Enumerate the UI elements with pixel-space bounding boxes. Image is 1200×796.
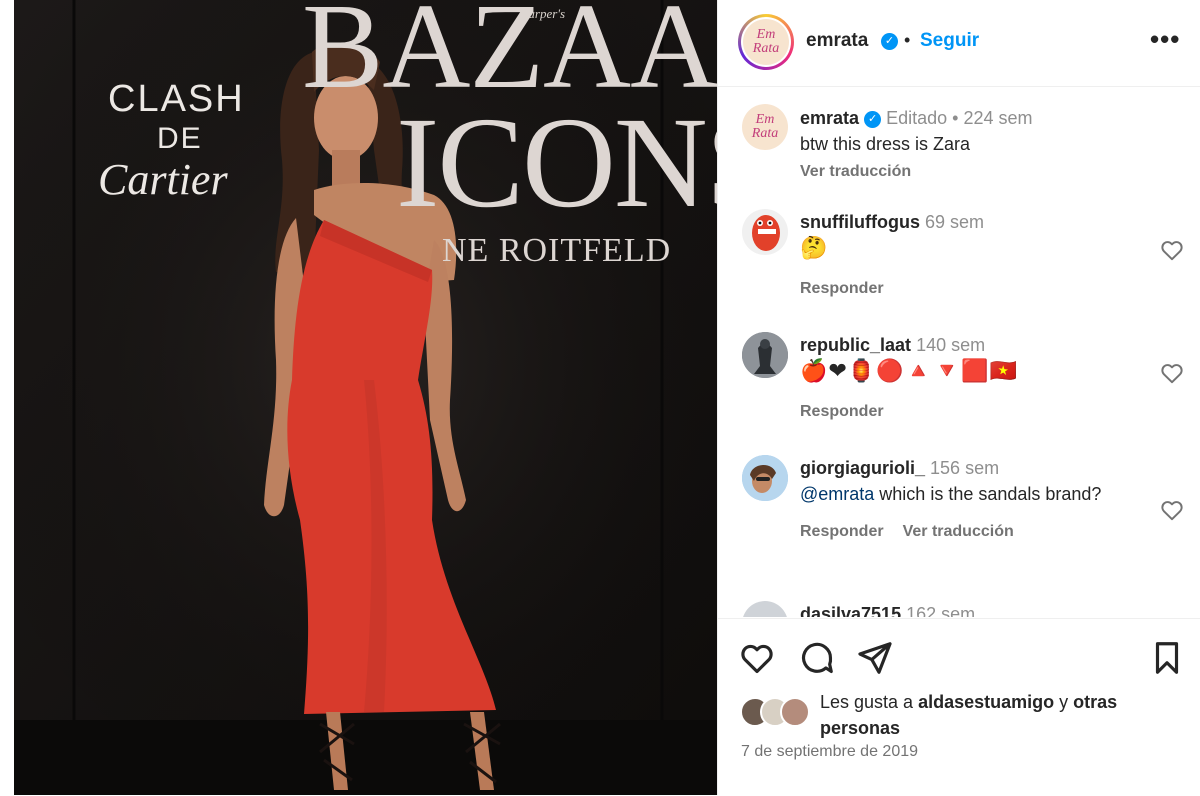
comment-username[interactable]: giorgiagurioli_	[800, 458, 925, 478]
post-photo[interactable]: CLASH DE Cartier Harper's BAZAAR ICONS N…	[14, 0, 717, 795]
post-actions-section: Les gusta a aldasestuamigo y otras perso…	[718, 618, 1200, 796]
comment-avatar[interactable]	[742, 209, 788, 255]
author-avatar[interactable]: Em Rata	[738, 14, 794, 70]
save-bookmark-icon[interactable]	[1148, 639, 1186, 677]
post-date[interactable]: 7 de septiembre de 2019	[741, 743, 918, 761]
verified-badge-icon: ✓	[881, 33, 898, 50]
backdrop-text-clash: CLASH	[108, 78, 245, 120]
like-comment-heart-icon[interactable]	[1159, 237, 1185, 263]
comment-avatar[interactable]	[742, 332, 788, 378]
comment-username[interactable]: dasilva7515	[800, 604, 901, 617]
liked-by-avatars[interactable]	[740, 697, 820, 727]
comments-list[interactable]: Em Rata emrata ✓ Editado • 224 sem btw t…	[718, 87, 1200, 617]
caption-translate-link[interactable]: Ver traducción	[800, 163, 911, 180]
liker-avatar	[780, 697, 810, 727]
comment-time[interactable]: 156 sem	[930, 458, 999, 478]
post-header: Em Rata emrata ✓ • Seguir •••	[718, 0, 1200, 87]
caption-time[interactable]: 224 sem	[963, 108, 1032, 128]
caption-username[interactable]: emrata	[800, 108, 859, 128]
share-paper-plane-icon[interactable]	[856, 639, 894, 677]
reply-button[interactable]: Responder	[800, 280, 884, 297]
post-side-panel: Em Rata emrata ✓ • Seguir ••• Em Rata em…	[717, 0, 1200, 795]
comment-avatar[interactable]	[742, 455, 788, 501]
reply-button[interactable]: Responder	[800, 403, 884, 420]
comment-time[interactable]: 140 sem	[916, 335, 985, 355]
comment-time[interactable]: 69 sem	[925, 212, 984, 232]
comment-username[interactable]: republic_laat	[800, 335, 911, 355]
backdrop-text-de: DE	[157, 122, 203, 155]
backdrop-text-roitfeld: NE ROITFELD	[442, 232, 672, 269]
like-comment-heart-icon[interactable]	[1159, 360, 1185, 386]
comment-time[interactable]: 162 sem	[906, 604, 975, 617]
comment-bubble-icon[interactable]	[798, 639, 836, 677]
liked-by-text[interactable]: Les gusta a aldasestuamigo y otras perso…	[820, 689, 1180, 741]
author-username[interactable]: emrata	[806, 30, 868, 52]
header-separator: •	[904, 30, 911, 50]
translate-link[interactable]: Ver traducción	[903, 523, 1014, 540]
reply-button[interactable]: Responder	[800, 523, 884, 540]
comment-username[interactable]: snuffiluffogus	[800, 212, 920, 232]
caption-edited: Editado	[886, 108, 948, 128]
comment-text: 🤔	[800, 235, 829, 260]
caption-separator: •	[952, 108, 959, 128]
backdrop-text-cartier: Cartier	[98, 155, 228, 204]
follow-button[interactable]: Seguir	[920, 30, 979, 52]
liked-by-user[interactable]: aldasestuamigo	[918, 692, 1054, 712]
like-comment-heart-icon[interactable]	[1159, 497, 1185, 523]
like-heart-icon[interactable]	[738, 639, 776, 677]
comment-text: which is the sandals brand?	[874, 484, 1102, 504]
more-options-icon[interactable]: •••	[1150, 24, 1180, 55]
caption-text: btw this dress is Zara	[800, 134, 971, 154]
comment-mention-link[interactable]: @emrata	[800, 484, 874, 504]
comment-avatar[interactable]	[742, 601, 788, 617]
comment-text: 🍎❤🏮🔴🔺🔻🟥🇻🇳	[800, 358, 1019, 383]
verified-badge-icon: ✓	[864, 111, 882, 128]
caption-avatar[interactable]: Em Rata	[742, 104, 788, 150]
author-avatar-logo: Em Rata	[743, 19, 789, 65]
backdrop-text-icons: ICONS	[396, 91, 717, 235]
